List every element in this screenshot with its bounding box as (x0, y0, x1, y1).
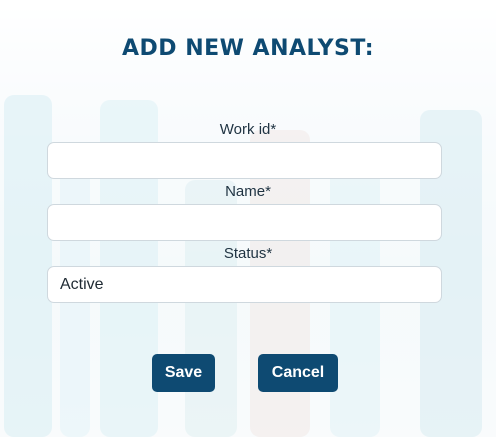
status-input[interactable] (47, 266, 442, 303)
cancel-button[interactable]: Cancel (258, 354, 338, 392)
name-label: Name* (225, 183, 271, 200)
work-id-input[interactable] (47, 142, 442, 179)
name-input[interactable] (47, 204, 442, 241)
page-title: ADD NEW ANALYST: (121, 36, 374, 61)
save-button[interactable]: Save (152, 354, 215, 392)
work-id-label: Work id* (219, 121, 277, 138)
status-label: Status* (223, 245, 273, 262)
